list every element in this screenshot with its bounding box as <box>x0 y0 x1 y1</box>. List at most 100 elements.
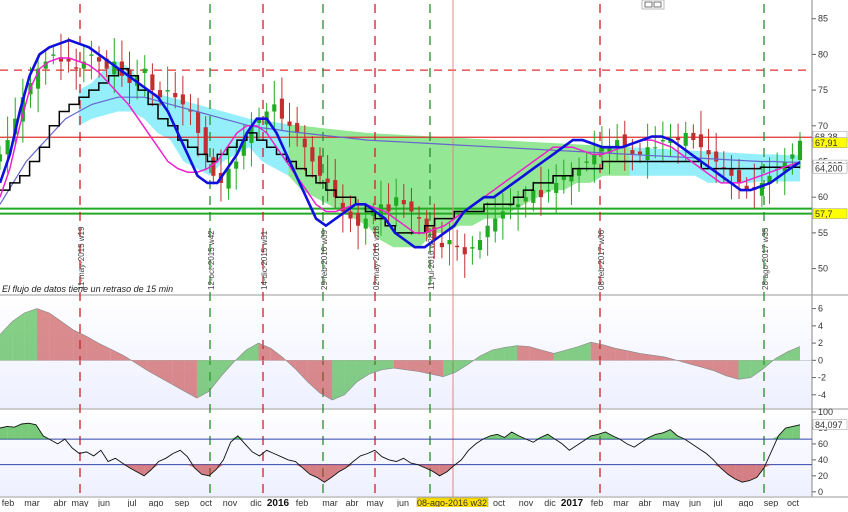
candle-body <box>295 122 300 133</box>
osc1-area-segment <box>516 345 530 361</box>
osc1-tick-label: 2 <box>818 338 823 348</box>
candle-body <box>554 182 559 193</box>
x-axis-label: jun <box>97 498 110 507</box>
x-axis-label: sep <box>764 498 779 507</box>
osc2-overbought-fill <box>21 423 29 440</box>
candle-body <box>516 204 521 208</box>
x-axis-label: jul <box>126 498 136 507</box>
osc1-panel-bg <box>0 296 812 408</box>
x-axis-label: feb <box>2 498 15 507</box>
price-tag-label: 57,7 <box>815 209 833 219</box>
vertical-label-1: 12-oct-2015 w42 <box>207 230 216 290</box>
candle-body <box>729 168 734 176</box>
candle-body <box>348 211 353 219</box>
candle-body <box>234 161 239 169</box>
osc2-value-label: 84,097 <box>815 420 843 430</box>
candle-body <box>523 197 528 202</box>
price-tick-label: 70 <box>818 121 828 131</box>
candle-body <box>470 247 475 249</box>
price-tick-label: 60 <box>818 192 828 202</box>
candle-body <box>691 132 696 141</box>
vertical-label-4: 02-may-2016 w18 <box>372 225 381 290</box>
x-axis-label: mar <box>613 498 629 507</box>
candle-body <box>165 90 170 92</box>
x-axis-label: oct <box>200 498 213 507</box>
price-tag-label: 64,200 <box>815 164 843 174</box>
candle-body <box>89 54 94 56</box>
window-controls[interactable] <box>641 0 665 10</box>
osc2-tick-label: 60 <box>818 439 828 449</box>
candle-body <box>272 104 277 112</box>
candle-body <box>797 140 803 161</box>
candle-body <box>142 68 147 73</box>
x-axis-label: abr <box>53 498 66 507</box>
candle-body <box>706 150 711 155</box>
candle-body <box>584 161 589 163</box>
candle-body <box>660 140 665 142</box>
osc2-overbought-fill <box>0 426 8 440</box>
candle-body <box>485 225 490 238</box>
candle-body <box>317 155 323 176</box>
candle-body <box>645 147 650 161</box>
candle-body <box>173 92 178 98</box>
osc1-tick-label: 6 <box>818 304 823 314</box>
x-axis-label: dic <box>544 498 556 507</box>
x-axis-label: oct <box>787 498 800 507</box>
candle-body <box>287 121 292 126</box>
candle-body <box>790 154 795 159</box>
candle-body <box>302 138 307 148</box>
x-axis-label: feb <box>296 498 309 507</box>
x-axis-label: ago <box>148 498 163 507</box>
candle-body <box>356 212 361 226</box>
candle-body <box>653 147 658 149</box>
x-axis-labels: feb mar abr may jun jul ago sep oct nov dic 2016 feb… <box>2 497 800 510</box>
candle-body <box>630 150 635 155</box>
osc1-tick-label: -4 <box>818 390 826 400</box>
candle-body <box>714 151 719 162</box>
candle-body <box>569 175 574 182</box>
candle-body <box>211 157 216 176</box>
candle-body <box>676 137 681 141</box>
candle-body <box>409 201 414 212</box>
candle-body <box>683 132 688 146</box>
osc2-tick-label: 20 <box>818 471 828 481</box>
osc1-tick-label: 4 <box>818 321 823 331</box>
x-axis-label: oct <box>493 498 506 507</box>
osc1-tick-label: -2 <box>818 373 826 383</box>
osc1-area-segment <box>36 308 50 361</box>
osc1-area-segment <box>738 360 751 380</box>
x-axis-label: sep <box>175 498 190 507</box>
candle-body <box>51 54 56 56</box>
candle-body <box>500 211 505 219</box>
osc1-area-segment <box>590 342 604 361</box>
candle-body <box>455 245 460 248</box>
candle-body <box>698 134 704 148</box>
osc2-tick-label: 0 <box>818 487 823 497</box>
candle-body <box>401 200 406 205</box>
candle-body <box>394 197 399 206</box>
candle-body <box>546 190 551 192</box>
candle-body <box>203 127 208 155</box>
osc2-panel-bg <box>0 410 812 496</box>
osc2-overbought-fill <box>7 426 15 440</box>
osc2-overbought-fill <box>792 424 800 440</box>
chart-canvas: 11-may-2015 w19 12-oct-2015 w42 14-dic-201… <box>0 0 848 510</box>
price-tick-label: 55 <box>818 228 828 238</box>
x-axis-label: abr <box>638 498 651 507</box>
x-axis-label: jul <box>712 498 722 507</box>
candle-body <box>363 218 368 229</box>
vertical-label-3: 29-feb-2016 w09 <box>320 229 329 290</box>
x-axis-label: 08-ago-2016 w32 <box>417 498 487 507</box>
x-axis-label: may <box>71 498 89 507</box>
candle-body <box>226 168 231 189</box>
candle-body <box>493 218 498 232</box>
x-axis-label: 2016 <box>267 498 290 507</box>
osc2-overbought-fill <box>28 423 37 440</box>
price-tag-label: 67,91 <box>815 138 838 148</box>
osc2-overbought-fill <box>785 426 793 440</box>
osc1-area-segment <box>332 360 345 400</box>
x-axis-label: feb <box>591 498 604 507</box>
osc2-tick-label: 40 <box>818 455 828 465</box>
vertical-label-2: 14-dic-2015 w51 <box>260 230 269 290</box>
candle-body <box>462 247 467 255</box>
